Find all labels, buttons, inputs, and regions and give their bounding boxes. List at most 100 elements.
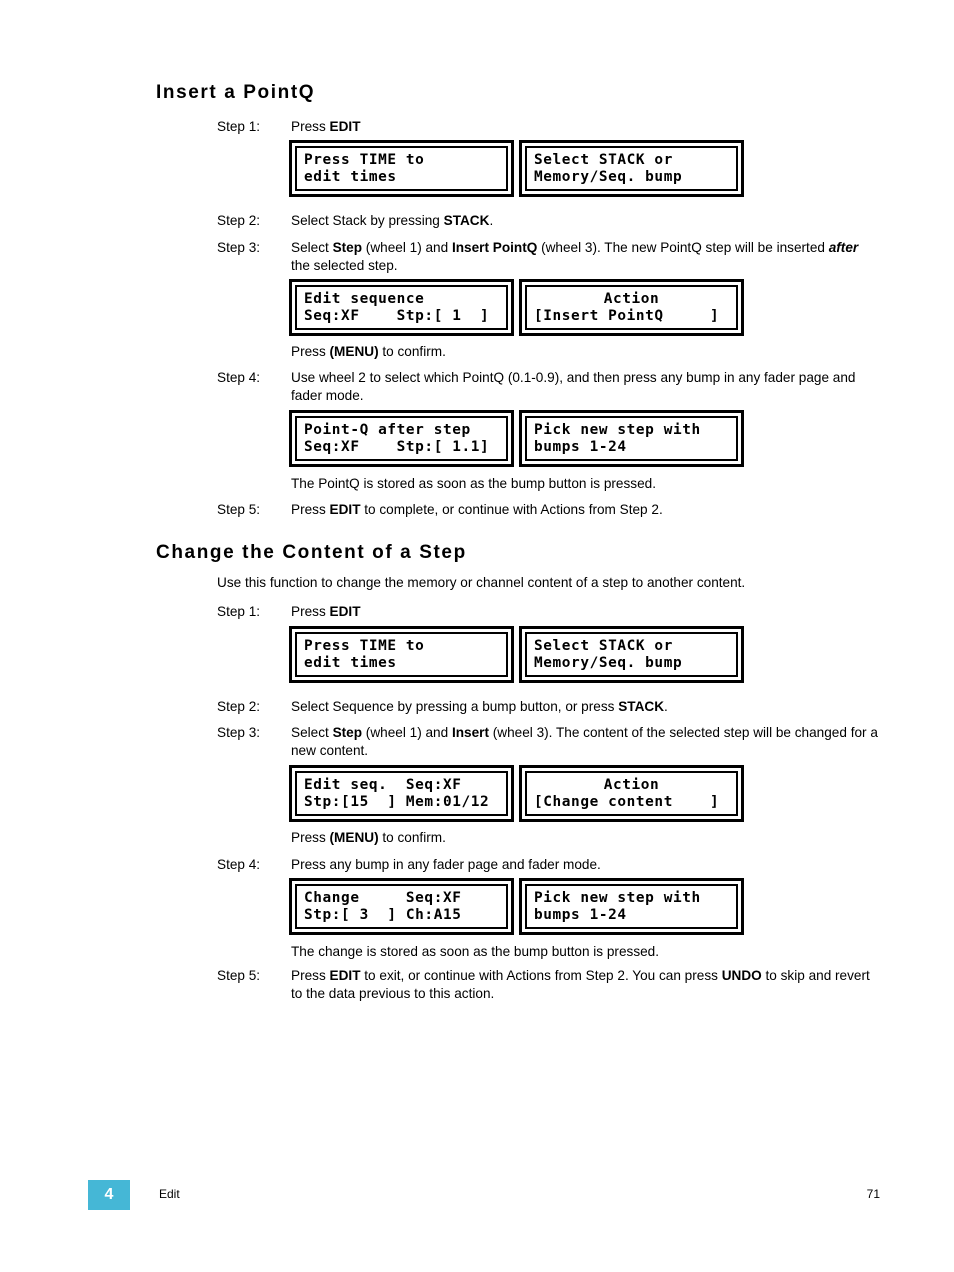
step-text-part: (wheel 3). The new PointQ step will be i… [537, 240, 829, 255]
step-label: Step 2: [217, 213, 261, 228]
keycap-step: Step [332, 725, 363, 740]
step-label: Step 5: [217, 968, 261, 983]
step-label: Step 1: [217, 119, 261, 134]
keycap-edit: EDIT [329, 968, 361, 983]
lcd-row-s2-2: Edit seq. Seq:XF Stp:[15 ] Mem:01/12 Act… [0, 765, 954, 823]
document-page: Insert a PointQ Step 1: Press EDIT Press… [0, 0, 954, 1272]
step-text-pre: Press [291, 119, 330, 134]
lcd-line-1: Point-Q after step [304, 422, 471, 438]
keycap-insert-pointq: Insert PointQ [451, 240, 538, 255]
menu-confirm-note-1: Press (MENU) to confirm. [291, 343, 911, 361]
lcd-line-1: Press TIME to [304, 152, 425, 168]
lcd-line-1: Edit sequence [304, 291, 425, 307]
lcd-line-2: edit times [304, 655, 397, 671]
step-text: Press EDIT [291, 118, 917, 136]
lcd-line-1: Select STACK or [534, 152, 673, 168]
lcd-screen: Select STACK or Memory/Seq. bump [525, 146, 738, 191]
step-text: Press EDIT to complete, or continue with… [291, 501, 917, 519]
lcd-display-right: Action [Change content ] [519, 765, 744, 822]
lcd-display-right: Pick new step with bumps 1-24 [519, 410, 744, 467]
step-row-2-3: Step 3: Select Step (wheel 1) and Insert… [217, 724, 882, 759]
note-post: to confirm. [378, 344, 446, 359]
step-row-1-5: Step 5: Press EDIT to complete, or conti… [217, 501, 917, 519]
keycap-edit: EDIT [329, 119, 361, 134]
step-row-2-1: Step 1: Press EDIT [217, 603, 917, 621]
lcd-line-1: Pick new step with [534, 890, 701, 906]
step-text: Select Step (wheel 1) and Insert PointQ … [291, 239, 877, 274]
lcd-screen: Press TIME to edit times [295, 632, 508, 677]
keycap-insert: Insert [451, 725, 489, 740]
lcd-row-s1-3: Point-Q after step Seq:XF Stp:[ 1.1] Pic… [0, 410, 954, 468]
lcd-display-right: Pick new step with bumps 1-24 [519, 878, 744, 935]
step-text-part: (wheel 1) and [362, 240, 452, 255]
lcd-display-left: Press TIME to edit times [289, 140, 514, 197]
step-label: Step 3: [217, 240, 261, 255]
lcd-line-2: [Insert PointQ ] [534, 308, 720, 324]
lcd-line-2: [Change content ] [534, 794, 720, 810]
step-label: Step 5: [217, 502, 261, 517]
keycap-stack: STACK [443, 213, 490, 228]
step-row-1-4: Step 4: Use wheel 2 to select which Poin… [217, 369, 877, 404]
keycap-stack: STACK [618, 699, 665, 714]
lcd-line-2: edit times [304, 169, 397, 185]
lcd-display-right: Select STACK or Memory/Seq. bump [519, 140, 744, 197]
chapter-number-badge: 4 [88, 1180, 130, 1210]
lcd-line-1: Press TIME to [304, 638, 425, 654]
note-pre: Press [291, 830, 330, 845]
step-text-pre: Select Stack by pressing [291, 213, 444, 228]
step-row-1-2: Step 2: Select Stack by pressing STACK. [217, 212, 917, 230]
lcd-screen: Select STACK or Memory/Seq. bump [525, 632, 738, 677]
lcd-line-2: bumps 1-24 [534, 907, 627, 923]
section-heading-insert-pointq: Insert a PointQ [156, 82, 316, 103]
keycap-edit: EDIT [329, 604, 361, 619]
lcd-screen: Point-Q after step Seq:XF Stp:[ 1.1] [295, 416, 508, 461]
lcd-screen: Action [Change content ] [525, 771, 738, 816]
step-text: Press any bump in any fader page and fad… [291, 857, 601, 872]
lcd-line-2: Memory/Seq. bump [534, 655, 683, 671]
keycap-undo: UNDO [721, 968, 762, 983]
note-pre: Press [291, 344, 330, 359]
step-text: Press EDIT [291, 603, 917, 621]
lcd-line-2: Stp:[ 3 ] Ch:A15 [304, 907, 462, 923]
lcd-row-s2-3: Change Seq:XF Stp:[ 3 ] Ch:A15 Pick new … [0, 878, 954, 936]
step-label: Step 3: [217, 725, 261, 740]
lcd-screen: Pick new step with bumps 1-24 [525, 416, 738, 461]
keycap-edit: EDIT [329, 502, 361, 517]
lcd-screen: Edit seq. Seq:XF Stp:[15 ] Mem:01/12 [295, 771, 508, 816]
lcd-line-2: bumps 1-24 [534, 439, 627, 455]
lcd-screen: Change Seq:XF Stp:[ 3 ] Ch:A15 [295, 884, 508, 929]
step-row-2-4: Step 4: Press any bump in any fader page… [217, 856, 917, 874]
step-text-post: . [664, 699, 668, 714]
lcd-line-1: Change Seq:XF [304, 890, 462, 906]
lcd-screen: Pick new step with bumps 1-24 [525, 884, 738, 929]
lcd-display-right: Action [Insert PointQ ] [519, 279, 744, 336]
step-row-2-2: Step 2: Select Sequence by pressing a bu… [217, 698, 917, 716]
emphasis-after: after [828, 240, 859, 255]
step-text-part: Press [291, 502, 330, 517]
step-label: Step 4: [217, 370, 261, 385]
footer-page-number: 71 [866, 1187, 880, 1201]
step-label: Step 4: [217, 857, 261, 872]
step-text: Select Step (wheel 1) and Insert (wheel … [291, 724, 882, 759]
section-heading-change-content: Change the Content of a Step [156, 542, 467, 563]
step-label: Step 2: [217, 699, 261, 714]
lcd-display-left: Edit seq. Seq:XF Stp:[15 ] Mem:01/12 [289, 765, 514, 822]
step-text-part: Press [291, 968, 330, 983]
lcd-line-2: Stp:[15 ] Mem:01/12 [304, 794, 490, 810]
step-text-part: Select [291, 725, 333, 740]
step-text-pre: Press [291, 604, 330, 619]
lcd-row-s1-1: Press TIME to edit times Select STACK or… [0, 140, 954, 198]
keycap-menu: (MENU) [329, 344, 379, 359]
step-text-part: Select [291, 240, 333, 255]
section2-intro: Use this function to change the memory o… [217, 575, 746, 590]
step-text-part: (wheel 1) and [362, 725, 452, 740]
step-text-post: . [489, 213, 494, 228]
lcd-display-left: Point-Q after step Seq:XF Stp:[ 1.1] [289, 410, 514, 467]
lcd-row-s2-1: Press TIME to edit times Select STACK or… [0, 626, 954, 684]
lcd-line-1: Action [603, 777, 660, 793]
lcd-line-1: Edit seq. Seq:XF [304, 777, 462, 793]
step-text: Press EDIT to exit, or continue with Act… [291, 967, 882, 1002]
lcd-line-1: Select STACK or [534, 638, 673, 654]
lcd-line-1: Action [603, 291, 660, 307]
lcd-screen: Action [Insert PointQ ] [525, 285, 738, 330]
